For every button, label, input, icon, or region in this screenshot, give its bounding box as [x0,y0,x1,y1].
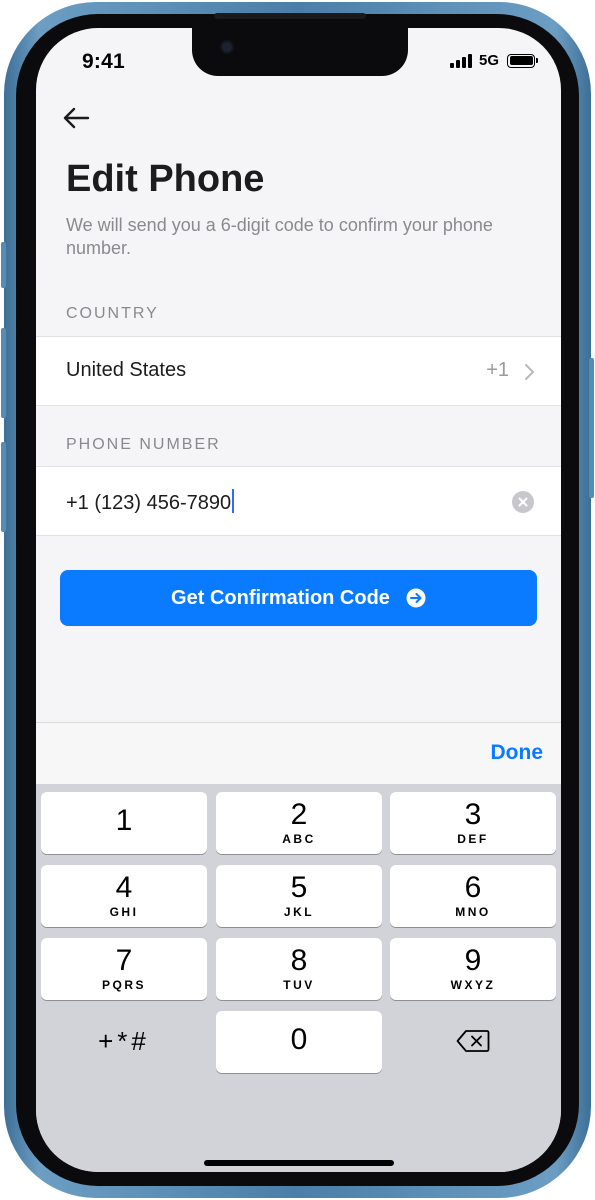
key-digit: 8 [290,944,308,977]
key-0[interactable]: 0 [216,1011,382,1073]
clear-circle-icon[interactable] [512,491,534,513]
key-5[interactable]: 5 JKL [216,865,382,927]
country-name: United States [66,359,187,381]
key-3[interactable]: 3 DEF [390,792,556,854]
speaker-grille [214,13,366,19]
key-letters: WXYZ [450,978,496,992]
cellular-signal-icon [449,53,472,68]
done-button[interactable]: Done [491,741,544,765]
symbols-key-label: +*# [98,1026,150,1056]
key-digit: 6 [464,871,482,904]
key-letters: GHI [109,905,139,919]
side-button-volume-up [1,328,6,418]
side-button-volume-down [1,442,6,532]
home-indicator[interactable] [204,1160,394,1166]
text-cursor [232,489,235,513]
key-letters: PQRS [101,978,146,992]
key-digit: 5 [290,871,308,904]
status-indicators: 5G [449,52,538,69]
symbols-key[interactable]: +*# [41,1010,207,1072]
key-letters: TUV [283,978,315,992]
phone-number-field[interactable]: +1 (123) 456-7890 [36,466,561,536]
keyboard-toolbar: Done [36,722,561,784]
screen: 9:41 5G Edit Phone We will send you a 6-… [36,28,561,1172]
key-digit: 7 [115,944,133,977]
country-section-label: COUNTRY [66,305,159,322]
key-digit: 1 [115,804,133,837]
side-button-action [1,242,6,288]
key-digit: 0 [290,1023,308,1056]
key-4[interactable]: 4 GHI [41,865,207,927]
country-selector[interactable]: United States +1 [36,336,561,406]
key-digit: 2 [290,798,308,831]
key-digit: 4 [115,871,133,904]
key-7[interactable]: 7 PQRS [41,938,207,1000]
camera-icon [220,40,234,54]
key-letters: ABC [282,832,316,846]
page-subtitle: We will send you a 6-digit code to confi… [66,215,493,258]
phone-number-input[interactable]: +1 (123) 456-7890 [66,489,235,515]
arrow-left-icon[interactable] [62,106,90,130]
page-title: Edit Phone [66,158,265,200]
phone-section-label: PHONE NUMBER [66,436,221,453]
delete-key[interactable] [390,1010,556,1072]
key-2[interactable]: 2 ABC [216,792,382,854]
key-1[interactable]: 1 [41,792,207,854]
chevron-right-icon [525,364,534,380]
key-letters: JKL [283,905,315,919]
key-letters: DEF [457,832,489,846]
backspace-icon [456,1030,490,1052]
notch [192,28,408,76]
cta-label: Get Confirmation Code [171,586,390,609]
get-confirmation-code-button[interactable]: Get Confirmation Code [60,570,537,626]
key-letters: MNO [455,905,491,919]
arrow-right-circle-icon [406,588,426,608]
key-digit: 3 [464,798,482,831]
key-8[interactable]: 8 TUV [216,938,382,1000]
country-dial-code: +1 [486,359,509,381]
phone-number-value: +1 (123) 456-7890 [66,492,232,514]
key-digit: 9 [464,944,482,977]
side-button-power [589,358,594,498]
status-time: 9:41 [82,50,125,73]
battery-icon [507,53,538,68]
numeric-keypad: 1 2 ABC 3 DEF 4 GHI 5 JKL 6 MNO 7 PQRS 8… [36,784,561,1172]
key-6[interactable]: 6 MNO [390,865,556,927]
network-type: 5G [478,52,499,69]
key-9[interactable]: 9 WXYZ [390,938,556,1000]
